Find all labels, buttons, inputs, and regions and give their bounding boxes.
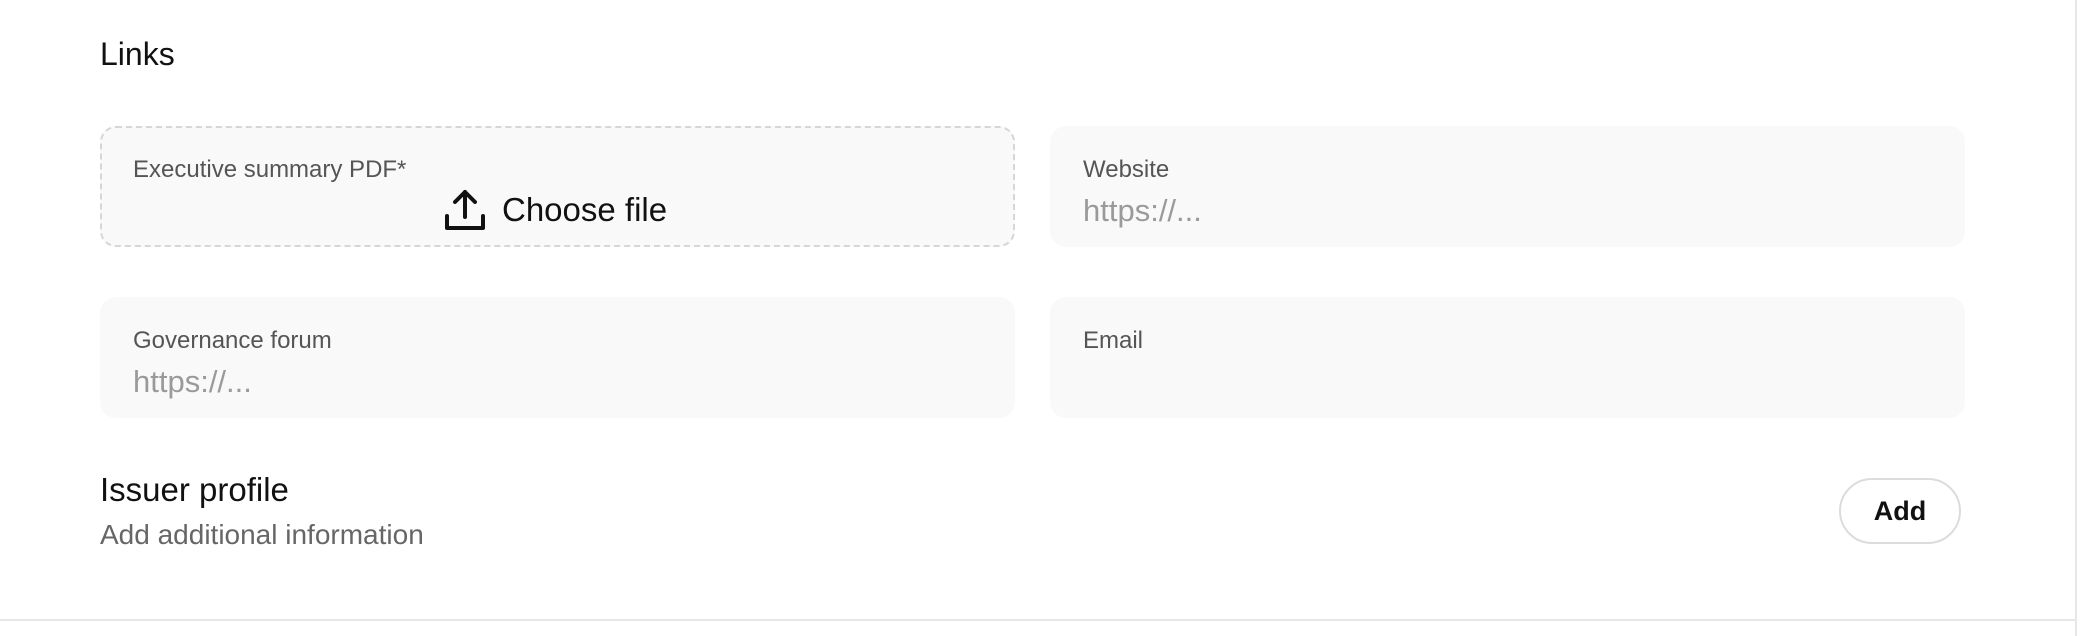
email-label: Email xyxy=(1083,327,1144,354)
choose-file-label: Choose file xyxy=(502,191,668,228)
governance-forum-label: Governance forum xyxy=(133,327,332,354)
email-field: Email xyxy=(1050,297,1965,418)
section-divider xyxy=(0,619,2075,621)
upload-icon xyxy=(444,188,486,232)
panel-right-border xyxy=(2075,0,2077,636)
website-field: Website xyxy=(1050,126,1965,247)
executive-summary-upload[interactable]: Executive summary PDF* Choose file xyxy=(100,126,1015,247)
email-input[interactable] xyxy=(1083,361,1923,403)
add-issuer-profile-button[interactable]: Add xyxy=(1839,478,1961,544)
choose-file-button[interactable]: Choose file xyxy=(444,186,667,234)
website-label: Website xyxy=(1083,156,1170,183)
governance-forum-field: Governance forum xyxy=(100,297,1015,418)
issuer-profile-subtitle: Add additional information xyxy=(100,519,424,550)
website-input[interactable] xyxy=(1083,190,1923,232)
governance-forum-input[interactable] xyxy=(133,361,973,403)
links-section-title: Links xyxy=(100,36,175,72)
executive-summary-label: Executive summary PDF* xyxy=(133,156,407,183)
issuer-profile-title: Issuer profile xyxy=(100,471,289,508)
